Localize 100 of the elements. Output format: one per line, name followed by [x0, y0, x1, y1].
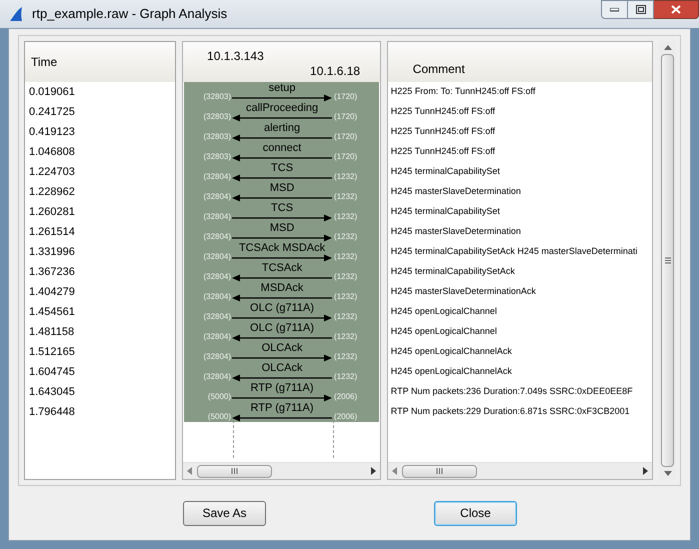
port-label: (32804): [202, 293, 232, 301]
port-label: (32804): [202, 173, 232, 181]
port-label: (1232): [333, 233, 358, 241]
message-label: MSDAck: [260, 282, 304, 294]
port-label: (1232): [333, 213, 358, 221]
port-label: (32804): [202, 353, 232, 361]
time-cell-text: 1.512165: [28, 344, 76, 360]
port-label: (1720): [333, 113, 358, 121]
dialog-button[interactable]: Close: [434, 500, 517, 526]
time-cell-text: 1.260281: [28, 204, 76, 220]
message-label: TCS: [271, 202, 294, 214]
port-label: (5000): [206, 413, 232, 421]
port-label: (32803): [202, 153, 232, 161]
port-label: (1232): [333, 373, 358, 381]
port-label: (5000): [206, 393, 232, 401]
host-address: 10.1.3.143: [207, 48, 264, 65]
port-label: (32804): [202, 213, 232, 221]
comment-cell-text: H225 From: To: TunnH245:off FS:off: [390, 85, 536, 98]
port-label: (1232): [333, 273, 358, 281]
message-label: TCS: [271, 162, 294, 174]
port-label: (1720): [333, 133, 358, 141]
comment-cell-text: RTP Num packets:236 Duration:7.049s SSRC:0xDEE0EE8F: [390, 385, 634, 398]
scroll-right-icon[interactable]: [642, 467, 648, 475]
comment-cell-text: H245 terminalCapabilitySet: [390, 205, 501, 218]
port-label: (32804): [202, 253, 232, 261]
grip-icon: [664, 257, 671, 264]
comment-cell-text: H245 masterSlaveDetermination: [390, 185, 522, 198]
port-label: (1232): [333, 313, 358, 321]
scroll-down-icon[interactable]: [664, 471, 672, 476]
port-label: (32803): [202, 113, 232, 121]
time-cell-text: 0.241725: [28, 104, 76, 120]
message-label: OLC (g711A): [250, 322, 314, 334]
comment-cell-text: H245 openLogicalChannelAck: [390, 365, 513, 378]
time-cell-text: 1.331996: [28, 244, 76, 260]
time-cell-text: 1.481158: [28, 324, 76, 340]
maximize-button[interactable]: [628, 0, 654, 19]
port-label: (32803): [202, 133, 232, 141]
port-label: (2006): [333, 413, 358, 421]
scroll-right-icon[interactable]: [370, 467, 376, 475]
scroll-thumb[interactable]: [197, 464, 272, 478]
scroll-thumb[interactable]: [661, 54, 674, 467]
comment-cell-text: H225 TunnH245:off FS:off: [390, 125, 496, 138]
comment-cell-text: H245 terminalCapabilitySet: [390, 165, 501, 178]
close-icon: [671, 5, 681, 14]
message-label: alerting: [264, 122, 300, 134]
column-header: Comment: [388, 42, 652, 82]
scroll-thumb[interactable]: [402, 464, 477, 478]
time-cell-text: 1.367236: [28, 264, 76, 280]
host-address: 10.1.6.18: [310, 63, 360, 80]
comment-cell-text: H245 masterSlaveDetermination: [390, 225, 522, 238]
port-label: (32804): [202, 373, 232, 381]
message-label: TCSAck: [262, 262, 302, 274]
horizontal-scrollbar[interactable]: [388, 462, 652, 479]
message-label: TCSAck MSDAck: [238, 242, 326, 254]
port-label: (1232): [333, 173, 358, 181]
comment-cell-text: H245 masterSlaveDeterminationAck: [390, 285, 537, 298]
maximize-icon: [636, 5, 646, 14]
port-label: (1232): [333, 293, 358, 301]
port-label: (1232): [333, 193, 358, 201]
comment-cell-text: H225 TunnH245:off FS:off: [390, 105, 496, 118]
time-cell-text: 0.419123: [28, 124, 76, 140]
minimize-button[interactable]: [601, 0, 628, 19]
message-label: RTP (g711A): [250, 402, 314, 414]
message-label: RTP (g711A): [250, 382, 314, 394]
minimize-icon: [610, 8, 619, 12]
comment-cell-text: H245 openLogicalChannel: [390, 305, 498, 318]
time-cell-text: 1.796448: [28, 404, 76, 420]
time-cell-text: 1.404279: [28, 284, 76, 300]
message-label: OLCAck: [262, 342, 303, 354]
column-header: Time: [25, 42, 176, 82]
scroll-up-icon[interactable]: [664, 45, 672, 50]
message-label: MSD: [270, 222, 294, 234]
time-cell-text: 1.261514: [28, 224, 76, 240]
message-label: MSD: [270, 182, 294, 194]
grip-icon: [436, 468, 443, 474]
comment-cell-text: H245 openLogicalChannel: [390, 325, 498, 338]
port-label: (32804): [202, 233, 232, 241]
close-window-button[interactable]: [654, 0, 699, 19]
time-cell-text: 1.228962: [28, 184, 76, 200]
port-label: (32804): [202, 333, 232, 341]
grip-icon: [231, 468, 238, 474]
port-label: (1232): [333, 333, 358, 341]
message-label: OLC (g711A): [250, 302, 314, 314]
port-label: (32804): [202, 273, 232, 281]
time-cell-text: 1.046808: [28, 144, 76, 160]
time-cell-text: 1.604745: [28, 364, 76, 380]
comment-cell-text: H225 TunnH245:off FS:off: [390, 145, 496, 158]
time-cell-text: 0.019061: [28, 84, 76, 100]
port-label: (2006): [333, 393, 358, 401]
port-label: (32804): [202, 313, 232, 321]
comment-cell-text: RTP Num packets:229 Duration:6.871s SSRC:0xF3CB2001: [390, 405, 631, 418]
scroll-left-icon[interactable]: [187, 467, 194, 475]
message-label: OLCAck: [262, 362, 303, 374]
dialog-button[interactable]: Save As: [183, 500, 266, 526]
comment-cell-text: H245 terminalCapabilitySetAck: [390, 265, 516, 278]
horizontal-scrollbar[interactable]: [183, 462, 380, 479]
scroll-left-icon[interactable]: [392, 467, 398, 475]
port-label: (32804): [202, 193, 232, 201]
port-label: (32803): [202, 93, 232, 101]
comment-cell-text: H245 openLogicalChannelAck: [390, 345, 513, 358]
